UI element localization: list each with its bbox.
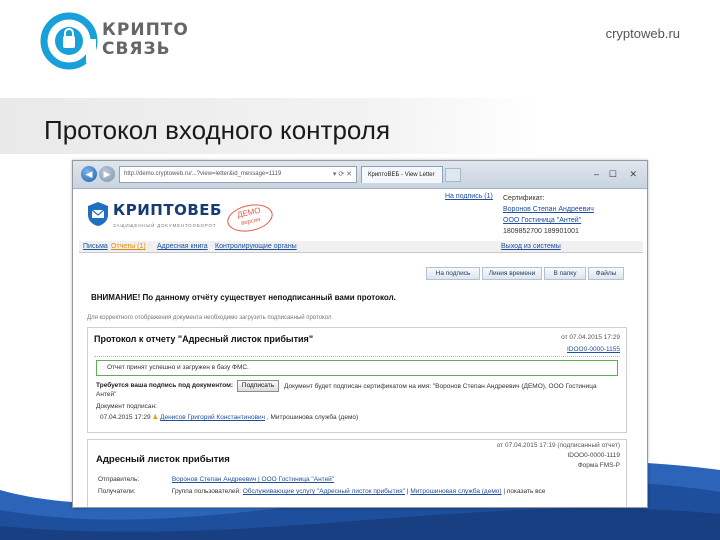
certificate-info: Сертификат: Воронов Степан Андреевич ООО… (503, 193, 594, 237)
timeline-button[interactable]: Линия времени (482, 267, 542, 280)
unsigned-link[interactable]: На подпись (1) (445, 193, 493, 200)
cert-numbers: 1809852700 189901001 (503, 228, 579, 235)
files-button[interactable]: Файлы (588, 267, 624, 280)
browser-screenshot: ◀ ▶ http://demo.cryptoweb.ru/...?view=le… (72, 160, 648, 508)
close-icon[interactable]: ✕ (629, 169, 637, 180)
refresh-icon[interactable]: ▾ ⟳ ✕ (333, 167, 352, 182)
logo-text: КРИПТОВЕБ (113, 201, 222, 219)
sender-label: Отправитель: (98, 476, 140, 483)
cert-label: Сертификат: (503, 195, 545, 202)
report-panel: от 07.04.2015 17:19 (подписанный отчет) … (87, 439, 627, 507)
sign-note: Документ будет подписан сертификатом на … (284, 383, 597, 390)
protocol-number-link[interactable]: IDOO0-0000-1155 (567, 346, 620, 353)
signer-link[interactable]: Денисов Григорий Константинович (160, 414, 265, 421)
report-form: Форма FMS-P (577, 462, 620, 469)
to-sign-button[interactable]: На подпись (426, 267, 480, 280)
brand-line2: СВЯЗЬ (102, 39, 171, 59)
recipient-label: Получатели: (98, 488, 136, 495)
brand-name: КРИПТО СВЯЗЬ (102, 21, 189, 59)
browser-toolbar: ◀ ▶ http://demo.cryptoweb.ru/...?view=le… (73, 161, 647, 189)
nav-reports[interactable]: Отчеты (1) (111, 241, 146, 253)
recipient-prefix: Группа пользователей: (171, 488, 241, 495)
demo-stamp: ДЕМО версия (224, 200, 276, 236)
new-tab-button[interactable] (445, 168, 461, 182)
main-nav: Письма Отчеты (1) Адресная книга Контрол… (79, 241, 643, 253)
report-title: Адресный листок прибытия (96, 454, 230, 465)
recipient-row: Получатели: Группа пользователей: Обслуж… (98, 488, 545, 495)
sender-row: Отправитель: Воронов Степан Андреевич | … (98, 476, 334, 483)
maximize-icon[interactable]: ☐ (609, 169, 617, 180)
nav-authorities[interactable]: Контролирующие органы (215, 241, 297, 253)
sign-required-label: Требуется ваша подпись под документом: (96, 382, 234, 389)
accepted-status: Отчет принят успешно и загружен в базу Ф… (96, 360, 618, 376)
site-url: cryptoweb.ru (605, 26, 680, 41)
nav-letters[interactable]: Письма (83, 241, 108, 253)
arrow-right-icon[interactable]: ▶ (99, 166, 115, 182)
nav-address-book[interactable]: Адресная книга (157, 241, 208, 253)
signed-label: Документ подписан: (96, 403, 157, 410)
show-all-link[interactable]: | показать все (503, 488, 545, 495)
signed-line: 07.04.2015 17:29 ♟ Денисов Григорий Конс… (100, 413, 358, 421)
address-bar[interactable]: http://demo.cryptoweb.ru/...?view=letter… (119, 166, 357, 183)
user-icon: ♟ (152, 414, 161, 421)
sign-note-continued: Антей" (96, 391, 117, 398)
cert-name-link[interactable]: Воронов Степан Андреевич (503, 206, 594, 213)
protocol-panel: Протокол к отчету "Адресный листок прибы… (87, 327, 627, 433)
report-date: от 07.04.2015 17:19 (подписанный отчет) (496, 442, 620, 449)
brand-line1: КРИПТО (102, 20, 189, 40)
envelope-shield-icon (88, 202, 108, 226)
sender-link[interactable]: Воронов Степан Андреевич | ООО Гостиница… (172, 476, 334, 483)
divider (94, 356, 620, 357)
arrow-left-icon[interactable]: ◀ (81, 166, 97, 182)
at-sign-lock-icon (40, 12, 98, 70)
protocol-date: от 07.04.2015 17:29 (561, 334, 620, 341)
nav-logout[interactable]: Выход из системы (501, 241, 561, 253)
cryptoweb-logo[interactable]: КРИПТОВЕБ ЗАЩИЩЕННЫЙ ДОКУМЕНТООБОРОТ ДЕМ… (87, 199, 276, 239)
browser-tab[interactable]: КриптоВЕБ - View Letter (361, 166, 443, 183)
sign-button[interactable]: Подписать (237, 380, 279, 392)
hint-text: Для корректного отображения документа не… (87, 315, 332, 321)
warning-message: ВНИМАНИЕ! По данному отчёту существует н… (91, 293, 396, 302)
recipient-service-link[interactable]: Обслуживающие услугу "Адресный листок пр… (243, 488, 405, 495)
cert-org-link[interactable]: ООО Гостиница "Антей" (503, 217, 581, 224)
slide-title: Протокол входного контроля (44, 115, 391, 145)
logo-subtitle: ЗАЩИЩЕННЫЙ ДОКУМЕНТООБОРОТ (113, 223, 217, 228)
to-folder-button[interactable]: В папку (544, 267, 586, 280)
signed-date: 07.04.2015 17:29 (100, 414, 151, 421)
address-text: http://demo.cryptoweb.ru/...?view=letter… (124, 171, 282, 177)
recipient-org-link[interactable]: Митрошиновая служба (демо) (410, 488, 501, 495)
brand: КРИПТО СВЯЗЬ (40, 12, 220, 70)
minimize-icon[interactable]: – (594, 169, 599, 179)
protocol-title: Протокол к отчету "Адресный листок прибы… (94, 334, 314, 344)
report-number: IDOO0-0000-1119 (567, 452, 620, 459)
signer-org: , Митрошинова служба (демо) (266, 414, 359, 421)
recipient-separator: | (406, 488, 409, 495)
